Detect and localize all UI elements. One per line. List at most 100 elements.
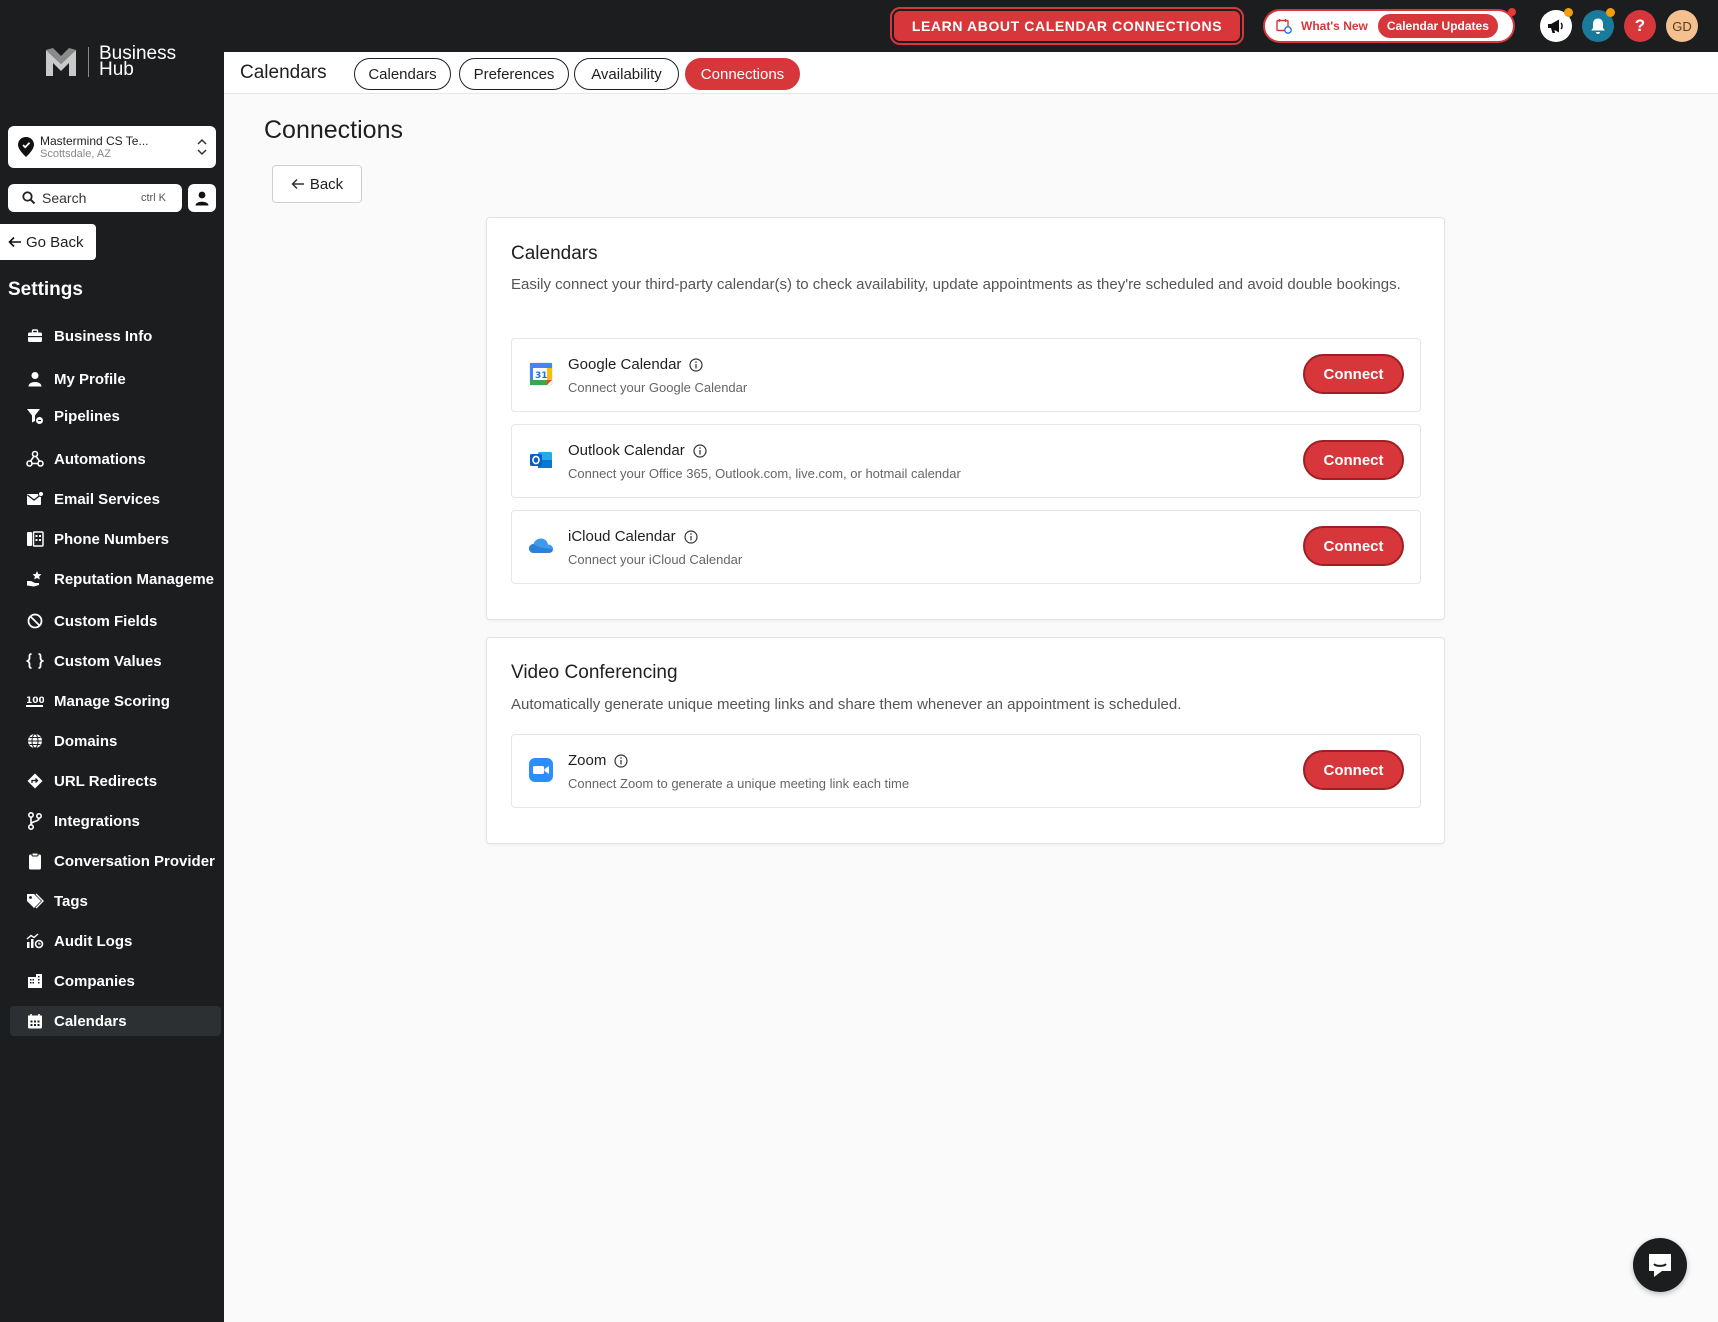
sidebar-item-custom-fields[interactable]: Custom Fields bbox=[10, 606, 221, 636]
icloud-calendar-name: iCloud Calendar bbox=[568, 528, 676, 545]
back-label: Back bbox=[309, 175, 344, 193]
integrations-icon bbox=[26, 812, 44, 830]
go-back-button[interactable]: Go Back bbox=[0, 224, 96, 260]
email-icon bbox=[26, 490, 44, 508]
business-hub-logo[interactable]: Business Hub bbox=[44, 44, 176, 80]
sidebar-item-conversation-provider[interactable]: Conversation Provider bbox=[10, 846, 221, 876]
star-hand-icon bbox=[26, 570, 44, 588]
learn-calendar-connections-button[interactable]: LEARN ABOUT CALENDAR CONNECTIONS bbox=[890, 7, 1244, 45]
sidebar-item-tags[interactable]: Tags bbox=[10, 886, 221, 916]
sidebar-item-domains[interactable]: Domains bbox=[10, 726, 221, 756]
connect-outlook-calendar-button[interactable]: Connect bbox=[1303, 440, 1404, 480]
sidebar-item-automations[interactable]: Automations bbox=[10, 444, 221, 474]
location-city: Scottsdale, AZ bbox=[40, 148, 111, 160]
sidebar-item-label: Custom Values bbox=[54, 652, 162, 670]
outlook-calendar-description: Connect your Office 365, Outlook.com, li… bbox=[568, 466, 961, 481]
info-icon[interactable] bbox=[614, 753, 628, 768]
calendars-card-title: Calendars bbox=[511, 243, 598, 264]
tab-availability[interactable]: Availability bbox=[574, 58, 679, 90]
megaphone-icon bbox=[1548, 19, 1563, 33]
sidebar-item-url-redirects[interactable]: URL Redirects bbox=[10, 766, 221, 796]
google-calendar-description: Connect your Google Calendar bbox=[568, 380, 748, 395]
sidebar-item-label: Audit Logs bbox=[54, 932, 133, 950]
notification-dot bbox=[1508, 8, 1516, 16]
connect-icloud-calendar-button[interactable]: Connect bbox=[1303, 526, 1404, 566]
sidebar-item-label: Conversation Provider bbox=[54, 852, 215, 870]
sidebar-item-calendars[interactable]: Calendars bbox=[10, 1006, 221, 1036]
info-icon[interactable] bbox=[683, 529, 698, 544]
audit-icon bbox=[26, 932, 44, 950]
sidebar-item-my-profile[interactable]: My Profile bbox=[10, 364, 221, 394]
info-icon[interactable] bbox=[689, 357, 704, 372]
page-title: Connections bbox=[264, 116, 403, 144]
user-menu-button[interactable] bbox=[188, 184, 216, 212]
settings-heading: Settings bbox=[8, 279, 83, 300]
sidebar-item-phone-numbers[interactable]: Phone Numbers bbox=[10, 524, 221, 554]
sidebar-item-audit-logs[interactable]: Audit Logs bbox=[10, 926, 221, 956]
location-switcher[interactable]: Mastermind CS Te... Scottsdale, AZ bbox=[8, 126, 216, 168]
sidebar-item-custom-values[interactable]: Custom Values bbox=[10, 646, 221, 676]
sidebar-item-label: URL Redirects bbox=[54, 772, 158, 790]
video-conferencing-description: Automatically generate unique meeting li… bbox=[511, 696, 1182, 713]
sidebar-item-email-services[interactable]: Email Services bbox=[10, 484, 221, 514]
google-calendar-name: Google Calendar bbox=[568, 356, 682, 373]
sidebar-item-manage-scoring[interactable]: 100 Manage Scoring bbox=[10, 686, 221, 716]
zoom-name-row: Zoom bbox=[568, 752, 628, 769]
calendars-subheader: Calendars Calendars Preferences Availabi… bbox=[224, 52, 1718, 94]
building-icon bbox=[26, 972, 44, 990]
whats-new-button[interactable]: What's New Calendar Updates bbox=[1263, 8, 1516, 43]
calendar-icon bbox=[26, 1012, 44, 1030]
search-icon bbox=[22, 191, 36, 205]
sidebar-item-label: Automations bbox=[54, 450, 146, 468]
chat-bubble-icon bbox=[1649, 1254, 1671, 1277]
info-icon[interactable] bbox=[693, 443, 707, 458]
svg-text:100: 100 bbox=[26, 696, 44, 706]
outlook-icon bbox=[528, 447, 554, 473]
braces-icon bbox=[26, 652, 44, 670]
whats-new-label: What's New bbox=[1301, 19, 1368, 33]
bell-icon bbox=[1591, 18, 1605, 34]
phone-numbers-icon bbox=[26, 530, 44, 548]
tab-connections[interactable]: Connections bbox=[685, 58, 800, 90]
sidebar-item-integrations[interactable]: Integrations bbox=[10, 806, 221, 836]
automation-icon bbox=[26, 450, 44, 468]
outlook-calendar-row: Outlook Calendar Connect your Office 365… bbox=[511, 424, 1421, 498]
sidebar-item-label: Manage Scoring bbox=[54, 692, 170, 710]
location-pin-icon bbox=[18, 137, 34, 157]
chevron-up-down-icon bbox=[197, 138, 207, 156]
tab-calendars[interactable]: Calendars bbox=[354, 58, 451, 90]
outlook-calendar-name-row: Outlook Calendar bbox=[568, 442, 707, 459]
sidebar-item-label: Business Info bbox=[54, 327, 153, 345]
google-calendar-icon: 31 bbox=[528, 361, 554, 387]
logo-line-2: Hub bbox=[99, 59, 134, 80]
svg-text:31: 31 bbox=[535, 371, 548, 381]
help-button[interactable]: ? bbox=[1624, 10, 1656, 42]
sidebar-item-pipelines[interactable]: Pipelines bbox=[10, 401, 221, 431]
back-button[interactable]: Back bbox=[272, 165, 362, 203]
logo-text: Business Hub bbox=[99, 44, 176, 80]
outlook-calendar-name: Outlook Calendar bbox=[568, 442, 685, 459]
chat-widget-button[interactable] bbox=[1633, 1238, 1687, 1292]
zoom-row: Zoom Connect Zoom to generate a unique m… bbox=[511, 734, 1421, 808]
zoom-icon bbox=[528, 757, 554, 783]
logo-mark-icon bbox=[46, 48, 76, 76]
sidebar-item-companies[interactable]: Companies bbox=[10, 966, 221, 996]
sidebar-item-label: Pipelines bbox=[54, 407, 120, 425]
announcement-badge bbox=[1564, 8, 1573, 17]
sidebar-item-label: Tags bbox=[54, 892, 88, 910]
sidebar-item-label: Reputation Manageme bbox=[54, 570, 215, 588]
sidebar-item-label: Companies bbox=[54, 972, 135, 990]
tab-preferences[interactable]: Preferences bbox=[459, 58, 569, 90]
tag-icon bbox=[26, 892, 44, 910]
connect-zoom-button[interactable]: Connect bbox=[1303, 750, 1404, 790]
connect-google-calendar-button[interactable]: Connect bbox=[1303, 354, 1404, 394]
sidebar-item-reputation-management[interactable]: Reputation Manageme bbox=[10, 564, 221, 594]
calendar-sync-icon bbox=[1275, 17, 1293, 35]
search-input[interactable]: Search ctrl K bbox=[8, 184, 182, 212]
google-calendar-row: 31 Google Calendar Connect your Google C… bbox=[511, 338, 1421, 412]
sidebar-item-business-info[interactable]: Business Info bbox=[10, 321, 221, 351]
avatar[interactable]: GD bbox=[1666, 10, 1698, 42]
sidebar-item-label: Custom Fields bbox=[54, 612, 158, 630]
announcements-button[interactable] bbox=[1540, 8, 1573, 42]
notifications-button[interactable] bbox=[1582, 8, 1615, 42]
